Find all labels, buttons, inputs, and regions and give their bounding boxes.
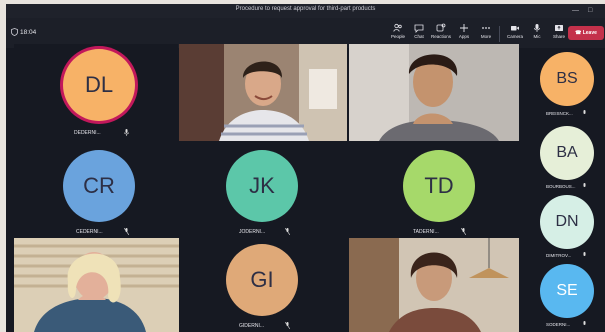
avatar: JK [226,150,298,222]
camera-icon [511,26,519,31]
avatar-initials: BS [556,70,578,87]
avatar: TD [403,150,475,222]
avatar-initials: BA [556,144,578,161]
video-feed [349,238,519,332]
participant-video-2[interactable] [349,44,519,141]
participant-tile-td[interactable]: TD TADERNI... [349,146,519,238]
more-icon [482,27,490,29]
people-icon [393,23,402,32]
avatar-initials: JK [249,173,275,198]
avatar-initials: CR [83,173,115,198]
participant-name: CEDERNI... [76,229,103,235]
avatar: SE [540,264,594,318]
title-bar: Procedure to request approval for third-… [6,4,605,18]
participant-name: BOURBOUS... [546,184,576,189]
participant-tile-dl[interactable]: DL DEDERNI... [14,44,178,140]
camera-label: Camera [506,34,523,39]
avatar: GI [226,244,298,316]
phone-icon: ☎ [575,30,582,36]
participant-name: DEDERNI... [74,130,101,136]
avatar-initials: SE [556,282,578,299]
video-feed [179,44,347,141]
participant-name: GIDERNI... [239,323,265,329]
apps-icon [460,24,468,32]
mic-button[interactable]: Mic [525,22,549,46]
mic-icon [583,183,586,187]
sidebar-tile-se[interactable]: SE SODERNI... [522,264,602,332]
leave-button[interactable]: ☎ Leave [568,26,604,40]
participant-tile-jk[interactable]: JK JODERNI... [179,146,347,238]
teams-meeting-window: Procedure to request approval for third-… [6,4,605,332]
avatar-initials: DN [555,213,579,230]
more-label: More [480,34,492,39]
window-title: Procedure to request approval for third-… [235,6,376,12]
mic-off-icon [124,228,129,235]
avatar: DN [540,195,594,249]
avatar-initials: DL [84,72,114,97]
sidebar-tile-dn[interactable]: DN DIMITROV... [522,195,602,263]
mic-off-icon [285,322,290,329]
mic-label: Mic [533,34,541,39]
participant-tile-cr[interactable]: CR CEDERNI... [14,146,178,238]
participant-tile-gi[interactable]: GI GIDERNI... [179,240,347,332]
apps-label: Apps [458,34,470,39]
mic-icon [534,24,540,32]
more-button[interactable]: More [474,22,498,46]
share-icon [555,25,563,31]
leave-label: Leave [582,30,597,36]
sidebar-tile-bs[interactable]: BS BREISNCK... [522,52,602,122]
sidebar-tile-ba[interactable]: BA BOURBOUS... [522,126,602,194]
avatar: DL [63,49,135,121]
reactions-icon [436,23,446,32]
video-feed [14,238,179,332]
toolbar-divider [499,26,500,42]
mic-icon [583,252,586,256]
camera-button[interactable]: Camera [503,22,527,46]
chat-label: Chat [414,34,424,39]
minimize-icon[interactable]: — [572,4,579,18]
meeting-timer: 18:04 [20,29,37,36]
mic-icon [583,321,586,325]
participant-name: TADERNI... [413,229,439,235]
participant-name: SODERNI... [546,322,571,327]
participant-video-3[interactable] [14,238,179,332]
mic-icon [583,110,586,114]
chat-icon [414,24,424,33]
chat-button[interactable]: Chat [407,22,431,46]
mic-icon [124,129,129,136]
shield-icon [11,28,18,36]
reactions-label: Reactions [430,34,451,39]
avatar: BS [540,52,594,106]
participant-video-1[interactable] [179,44,347,141]
mic-off-icon [285,228,290,235]
participant-name: DIMITROV... [546,253,572,258]
avatar: CR [63,150,135,222]
avatar-initials: GI [250,267,274,292]
participant-name: JODERNI... [239,229,266,235]
participant-name: BREISNCK... [546,111,573,116]
maximize-icon[interactable]: □ [588,4,592,18]
mic-off-icon [461,228,466,235]
participant-video-4[interactable] [349,238,519,332]
avatar: BA [540,126,594,180]
video-feed [349,44,519,141]
apps-button[interactable]: Apps [452,22,476,46]
reactions-button[interactable]: Reactions [429,22,453,46]
avatar-initials: TD [424,173,454,198]
